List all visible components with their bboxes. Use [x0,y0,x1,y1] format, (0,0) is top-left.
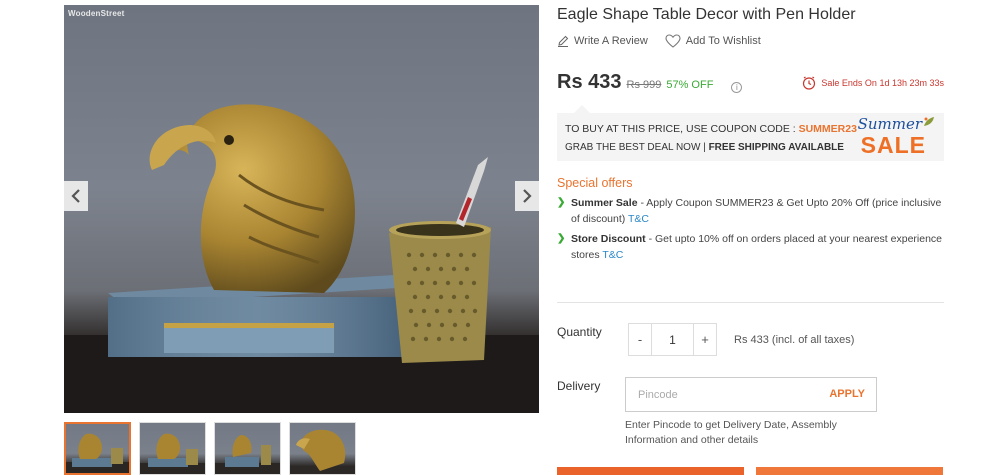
offer-item: ❯ Summer Sale - Apply Coupon SUMMER23 & … [557,195,947,227]
eagle-pen-holder-illustration [64,104,539,413]
terms-link[interactable]: T&C [602,249,623,261]
delivery-label: Delivery [557,379,601,393]
quantity-increase-button[interactable]: + [694,324,716,355]
thumbnail-image [66,433,129,473]
thumbnail-image [215,435,280,474]
free-shipping-text: FREE SHIPPING AVAILABLE [708,142,844,153]
previous-image-button[interactable] [64,181,88,211]
selling-price: Rs 433 [557,71,622,93]
add-to-cart-button[interactable] [756,467,943,475]
coupon-instruction: TO BUY AT THIS PRICE, USE COUPON CODE : … [565,123,857,135]
price-info-icon[interactable]: i [731,82,743,93]
add-to-wishlist-link[interactable]: Add To Wishlist [665,34,761,48]
add-to-wishlist-label: Add To Wishlist [685,35,761,47]
product-title: Eagle Shape Table Decor with Pen Holder [557,6,856,23]
price-row: Rs 433 Rs 999 57% OFF i Sale Ends On 1d … [557,71,944,94]
coupon-instruction-text: TO BUY AT THIS PRICE, USE COUPON CODE : [565,123,799,135]
chevron-left-icon [71,189,80,203]
heart-icon [665,34,681,48]
discount-badge: 57% OFF [666,79,714,91]
sale-countdown-text: Sale Ends On 1d 13h 23m 33s [821,78,944,88]
original-price: Rs 999 [626,79,662,91]
coupon-banner: TO BUY AT THIS PRICE, USE COUPON CODE : … [557,113,944,161]
sale-countdown: Sale Ends On 1d 13h 23m 33s [802,76,944,90]
thumbnail-image [296,429,346,471]
product-main-image[interactable]: WoodenStreet [64,5,539,413]
pincode-help-text: Enter Pincode to get Delivery Date, Asse… [625,419,837,446]
write-review-label: Write A Review [574,35,648,47]
apply-pincode-button[interactable]: APPLY [829,388,865,400]
quantity-label: Quantity [557,325,602,339]
brand-watermark: WoodenStreet [68,9,125,18]
quantity-price-note: Rs 433 (incl. of all taxes) [734,334,855,346]
leaf-decoration-icon [924,117,934,126]
quantity-value[interactable]: 1 [651,324,694,355]
pincode-input[interactable] [626,378,816,411]
quantity-decrease-button[interactable]: - [629,324,651,355]
chevron-right-icon [523,189,532,203]
thumbnail-strip [64,422,356,475]
thumbnail-3[interactable] [214,422,281,475]
quantity-stepper: - 1 + [628,323,717,356]
chevron-right-icon: ❯ [557,197,566,208]
terms-link[interactable]: T&C [628,213,649,225]
chevron-right-icon: ❯ [557,233,566,244]
pencil-icon [558,35,569,47]
offer-name: Store Discount [571,233,646,245]
product-actions: Write A Review Add To Wishlist [557,34,761,48]
buy-now-button[interactable] [557,467,744,475]
next-image-button[interactable] [515,181,539,211]
write-review-link[interactable]: Write A Review [557,35,648,47]
offer-name: Summer Sale [571,197,638,209]
summer-sale-badge: Summer SALE [848,115,936,159]
pincode-box: APPLY [625,377,877,412]
special-offers-title: Special offers [557,176,633,190]
clock-icon [803,76,816,90]
summer-badge-word: Summer [857,115,922,133]
section-divider [557,302,944,303]
coupon-deal-text: GRAB THE BEST DEAL NOW | [565,142,709,153]
sale-badge-word: SALE [860,132,926,158]
thumbnail-2[interactable] [139,422,206,475]
thumbnail-4[interactable] [289,422,356,475]
thumbnail-image [140,433,205,474]
offer-item: ❯ Store Discount - Get upto 10% off on o… [557,231,947,263]
coupon-deal-line: GRAB THE BEST DEAL NOW | FREE SHIPPING A… [565,142,844,153]
thumbnail-1[interactable] [64,422,131,475]
coupon-pointer [574,105,590,113]
